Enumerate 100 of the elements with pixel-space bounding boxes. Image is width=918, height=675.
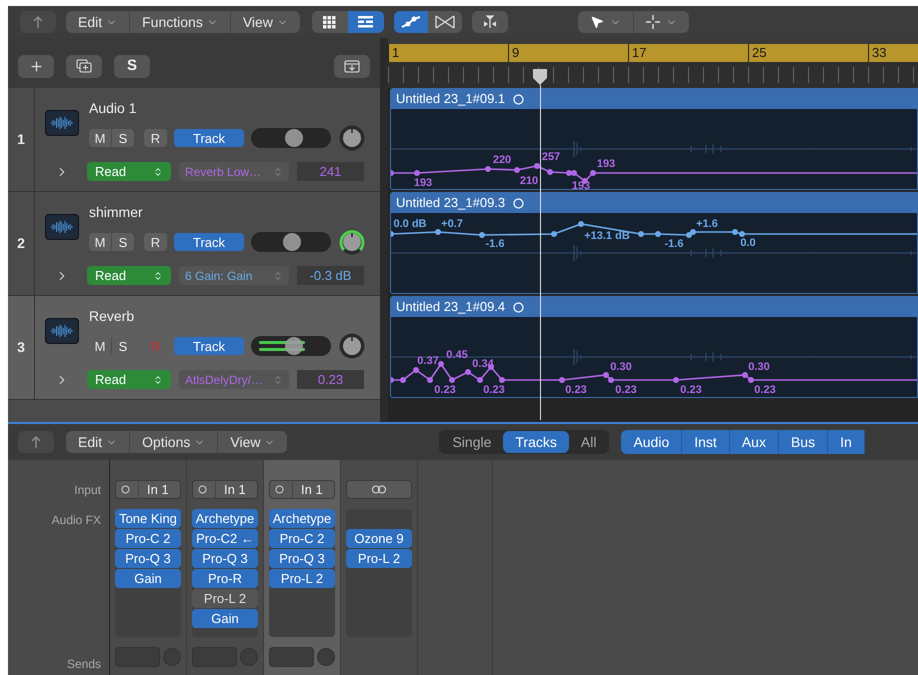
pointer-icon <box>590 15 604 29</box>
channel-filter-button[interactable]: Inst <box>682 430 730 454</box>
track-number: 1 <box>17 130 25 149</box>
import-button[interactable] <box>334 54 370 78</box>
automation-value: 0.30 <box>748 361 770 373</box>
plugin-slot[interactable]: Archetype <box>269 509 335 528</box>
back-button[interactable] <box>20 11 56 33</box>
parameter-value-field[interactable]: 0.23 <box>297 370 364 389</box>
pan-knob[interactable] <box>338 228 366 256</box>
solo-button[interactable]: S <box>111 337 134 355</box>
back-arrow-icon <box>32 15 44 29</box>
input-slot[interactable] <box>346 480 412 499</box>
plugin-slot[interactable]: Gain <box>115 569 181 588</box>
channel-filter-button[interactable]: Aux <box>730 430 779 454</box>
mute-button[interactable]: M <box>89 129 111 147</box>
channel-filter-button[interactable]: Bus <box>778 430 828 454</box>
track-name: Audio 1 <box>89 100 138 116</box>
parameter-menu[interactable]: 6 Gain: Gain <box>179 266 289 285</box>
channel-strip[interactable]: In 1 Archetype Pro-C 2 Pro-Q 3 Pro-L 2 <box>264 460 341 675</box>
row-label: Input <box>74 482 101 499</box>
menu-button[interactable]: Options <box>129 431 218 453</box>
menu-button[interactable]: Edit <box>66 431 130 453</box>
plugin-slot[interactable]: Ozone 9 <box>346 529 412 548</box>
mute-button[interactable]: M <box>89 337 111 355</box>
duplicate-track-button[interactable] <box>66 54 102 78</box>
automation-value: 257 <box>542 151 560 163</box>
record-enable-button[interactable]: R <box>144 233 167 251</box>
parameter-value-field[interactable]: 241 <box>297 162 364 181</box>
plugin-slot[interactable]: Pro-L 2 <box>192 589 258 608</box>
track-header[interactable]: 1 Audio 1 M S R Track Read Reverb Low… 241 <box>8 88 380 192</box>
loop-circle-icon <box>513 302 524 312</box>
track-header[interactable]: 2 shimmer M S R Track Read 6 Gain: Gain -0.3 dB <box>8 192 380 296</box>
plugin-slot[interactable]: Gain <box>192 609 258 628</box>
up-down-chevron-icon <box>273 166 283 176</box>
pan-knob[interactable] <box>338 124 366 152</box>
input-slot[interactable]: In 1 <box>269 480 335 499</box>
loop-circle-icon <box>513 94 524 104</box>
plugin-slot[interactable]: Pro-Q 3 <box>115 549 181 568</box>
plugin-slot[interactable]: Pro-L 2 <box>346 549 412 568</box>
view-toggle-button[interactable] <box>348 11 384 33</box>
scope-tab[interactable]: All <box>568 431 608 453</box>
audio-region[interactable]: Untitled 23_1#09.3 0.0 dB +0.7 +1.6 +13.1 dB -1.6 -1.6 0.0 <box>390 192 918 294</box>
menu-button[interactable]: View <box>217 431 288 453</box>
plugin-slot[interactable]: Tone King <box>115 509 181 528</box>
volume-slider[interactable] <box>251 232 331 252</box>
bar-ruler[interactable]: 1 9 17 25 33 <box>388 44 918 62</box>
automation-mode-menu[interactable]: Read <box>87 162 171 181</box>
audio-track-icon <box>45 214 79 240</box>
mono-circle-icon <box>121 485 130 494</box>
grid-icon <box>323 16 336 28</box>
solo-button[interactable]: S <box>111 129 134 147</box>
channel-filter-button[interactable]: In <box>828 430 865 454</box>
menu-button[interactable]: Functions <box>129 11 230 33</box>
slider-thumb[interactable] <box>285 129 304 147</box>
solo-button[interactable]: S <box>111 233 134 251</box>
back-button[interactable] <box>18 431 54 453</box>
volume-slider[interactable] <box>251 128 331 148</box>
list-icon <box>358 16 374 28</box>
pan-knob[interactable] <box>338 332 366 360</box>
playhead-catch-icon <box>482 15 497 29</box>
input-slot[interactable]: In 1 <box>115 480 181 499</box>
volume-slider[interactable] <box>251 336 331 356</box>
add-track-button[interactable] <box>18 54 54 78</box>
parameter-value-field[interactable]: -0.3 dB <box>297 266 364 285</box>
group-button[interactable]: Track <box>174 337 244 355</box>
solo-mode-button[interactable]: S <box>114 54 150 78</box>
row-label: Sends <box>66 656 101 673</box>
automation-value: 0.45 <box>446 349 468 361</box>
menu-button[interactable]: Edit <box>66 11 130 33</box>
plugin-slot[interactable]: Pro-Q 3 <box>269 549 335 568</box>
track-number: 3 <box>17 338 25 357</box>
plugin-slot[interactable]: Pro-L 2 <box>269 569 335 588</box>
catch-button[interactable] <box>472 11 508 33</box>
automation-mode-menu[interactable]: Read <box>87 266 171 285</box>
input-slot[interactable]: In 1 <box>192 480 258 499</box>
channel-filter-button[interactable]: Audio <box>621 430 682 454</box>
plugin-slot[interactable]: Archetype <box>192 509 258 528</box>
playhead-handle-icon[interactable] <box>533 69 547 85</box>
track-name: shimmer <box>89 204 144 220</box>
automation-value: -1.6 <box>664 238 684 250</box>
group-button[interactable]: Track <box>174 233 244 251</box>
plugin-slot[interactable]: Pro-Q 3 <box>192 549 258 568</box>
up-down-chevron-icon <box>273 270 283 280</box>
group-button[interactable]: Track <box>174 129 244 147</box>
track-header[interactable]: 3 Reverb M S R Track Read AtlsDelyDry/… 0.23 <box>8 296 380 400</box>
mute-button[interactable]: M <box>89 233 111 251</box>
plugin-slot[interactable]: Pro-C 2 <box>269 529 335 548</box>
automation-value: 0.23 <box>434 384 456 396</box>
menu-button[interactable]: View <box>230 11 300 33</box>
scope-tab[interactable]: Single <box>440 431 504 453</box>
record-enable-button[interactable]: R <box>144 129 167 147</box>
plugin-slot[interactable]: Pro-C2 ← <box>192 529 258 548</box>
slider-thumb[interactable] <box>283 233 302 251</box>
edit-mode-button[interactable] <box>394 11 428 33</box>
slider-thumb[interactable] <box>285 337 304 355</box>
automation-mode-menu[interactable]: Read <box>87 370 171 389</box>
plugin-slot[interactable]: Pro-C 2 <box>115 529 181 548</box>
mono-circle-icon <box>275 485 284 494</box>
scope-tab[interactable]: Tracks <box>503 431 569 453</box>
plugin-slot[interactable]: Pro-R <box>192 569 258 588</box>
